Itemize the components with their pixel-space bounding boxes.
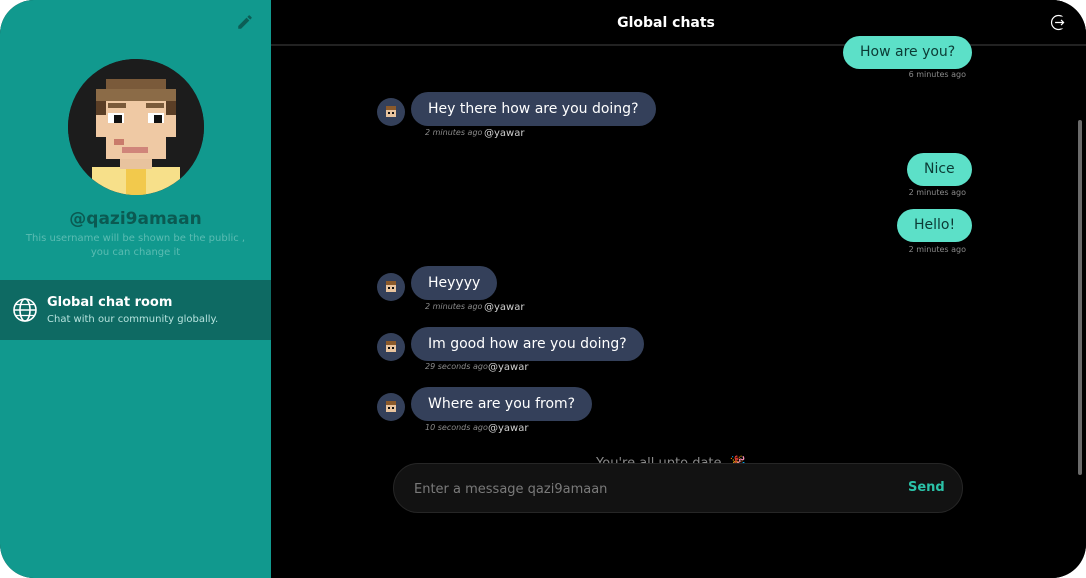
message-author[interactable]: @yawar	[488, 362, 528, 373]
message-bubble-out: Nice	[907, 153, 972, 186]
globe-icon	[13, 298, 37, 322]
message-composer: Send	[393, 463, 963, 513]
message-bubble-in: Hey there how are you doing?	[411, 92, 656, 126]
logout-icon[interactable]	[1050, 14, 1067, 31]
sidebar: @qazi9amaan This username will be shown …	[0, 0, 271, 578]
message-author[interactable]: @yawar	[488, 423, 528, 434]
scrollbar[interactable]	[1078, 120, 1082, 475]
username-note: This username will be shown be the publi…	[25, 233, 246, 258]
username: @qazi9amaan	[69, 209, 202, 229]
chat-panel: Global chats How are you? 6 minutes ago …	[271, 0, 1086, 578]
chat-title: Global chats	[617, 15, 715, 31]
message-author[interactable]: @yawar	[484, 302, 524, 313]
message-time: 6 minutes ago	[908, 70, 966, 79]
message-bubble-out: Hello!	[897, 209, 973, 242]
message-bubble-in: Im good how are you doing?	[411, 327, 644, 361]
room-title: Global chat room	[47, 295, 173, 310]
app-window: @qazi9amaan This username will be shown …	[0, 0, 1086, 578]
avatar	[377, 393, 405, 421]
avatar	[377, 333, 405, 361]
message-time: 29 seconds ago	[425, 362, 488, 371]
message-author[interactable]: @yawar	[484, 128, 524, 139]
message-time: 2 minutes ago	[425, 128, 483, 137]
room-subtitle: Chat with our community globally.	[47, 314, 219, 325]
message-bubble-out: How are you?	[843, 36, 973, 69]
message-bubble-in: Where are you from?	[411, 387, 593, 421]
message-input[interactable]	[414, 477, 884, 501]
avatar	[377, 98, 405, 126]
message-time: 2 minutes ago	[908, 188, 966, 197]
profile-avatar	[68, 59, 204, 195]
pencil-icon[interactable]	[236, 13, 254, 31]
message-time: 2 minutes ago	[425, 302, 483, 311]
sidebar-item-global-chat-room[interactable]: Global chat room Chat with our community…	[0, 280, 271, 340]
message-bubble-in: Heyyyy	[411, 266, 498, 300]
send-button[interactable]: Send	[908, 480, 945, 495]
message-time: 10 seconds ago	[425, 423, 488, 432]
avatar	[377, 273, 405, 301]
message-time: 2 minutes ago	[908, 245, 966, 254]
